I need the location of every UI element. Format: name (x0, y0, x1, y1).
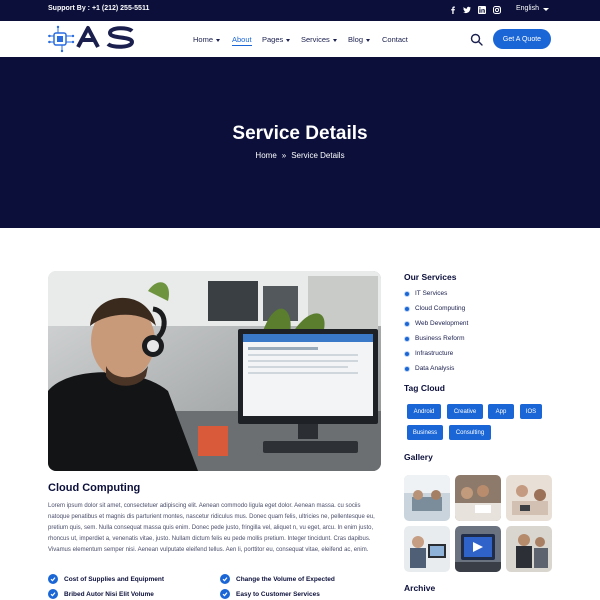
site-logo[interactable] (48, 25, 140, 53)
chevron-down-icon (543, 8, 549, 11)
nav-blog-label: Blog (348, 35, 364, 44)
sidebar-service-label: Business Reform (415, 335, 465, 342)
nav-about-label: About (232, 35, 252, 44)
sidebar-service-label: Web Development (415, 320, 469, 327)
facebook-icon[interactable] (447, 4, 459, 16)
sidebar-service-link[interactable]: Data Analysis (404, 365, 454, 372)
gallery-image[interactable] (506, 526, 552, 572)
check-icon (48, 589, 58, 599)
sidebar-service-label: IT Services (415, 290, 448, 297)
sidebar-service-label: Infrastructure (415, 350, 454, 357)
gallery-image[interactable] (455, 526, 501, 572)
feature-label: Bribed Autor Nisi Elit Volume (64, 590, 154, 598)
nav-pages[interactable]: Pages (262, 35, 291, 44)
sidebar-service-link[interactable]: IT Services (404, 290, 447, 297)
nav-services-label: Services (301, 35, 330, 44)
gallery-image[interactable] (455, 475, 501, 521)
gallery-image[interactable] (404, 475, 450, 521)
breadcrumb-home[interactable]: Home (255, 151, 276, 160)
archive-heading: Archive (404, 583, 436, 593)
nav-about[interactable]: About (232, 35, 252, 46)
check-icon (220, 574, 230, 584)
check-icon (220, 589, 230, 599)
top-bar: Support By : +1 (212) 255-5511 English (0, 0, 600, 21)
bullet-icon (404, 350, 410, 357)
feature-item: Cost of Supplies and Equipment (48, 574, 164, 584)
content-paragraph: Lorem ipsum dolor sit amet, consectetuer… (48, 503, 375, 553)
breadcrumb-current: Service Details (291, 151, 345, 160)
content-title: Cloud Computing (48, 482, 141, 494)
bullet-icon (404, 365, 410, 372)
gallery-image[interactable] (506, 475, 552, 521)
page-title: Service Details (232, 123, 368, 144)
check-icon (48, 574, 58, 584)
support-phone: Support By : +1 (212) 255-5511 (48, 5, 150, 12)
nav-services[interactable]: Services (301, 35, 337, 44)
tag-android[interactable]: Android (407, 404, 441, 419)
sidebar-service-link[interactable]: Infrastructure (404, 350, 453, 357)
feature-item: Change the Volume of Expected (220, 574, 335, 584)
sidebar-service-link[interactable]: Cloud Computing (404, 305, 465, 312)
gallery-image[interactable] (404, 526, 450, 572)
our-services-heading: Our Services (404, 272, 457, 282)
gallery-heading: Gallery (404, 452, 433, 462)
tag-business[interactable]: Business (407, 425, 443, 440)
chevron-down-icon (332, 38, 337, 42)
bullet-icon (404, 320, 410, 327)
main-navbar: Home About Pages Services Blog Contact G… (0, 21, 600, 57)
tag-consulting[interactable]: Consulting (449, 425, 491, 440)
nav-blog[interactable]: Blog (348, 35, 371, 44)
nav-pages-label: Pages (262, 35, 284, 44)
feature-item: Bribed Autor Nisi Elit Volume (48, 589, 154, 599)
chevron-down-icon (366, 38, 371, 42)
page-hero: Service Details Home » Service Details (0, 57, 600, 228)
sidebar-service-link[interactable]: Web Development (404, 320, 468, 327)
bullet-icon (404, 290, 410, 297)
search-icon[interactable] (470, 33, 483, 46)
tag-app[interactable]: App (488, 404, 514, 419)
nav-home[interactable]: Home (193, 35, 221, 44)
chevron-down-icon (286, 38, 291, 42)
service-hero-image (48, 271, 381, 471)
sidebar-service-label: Cloud Computing (415, 305, 466, 312)
twitter-icon[interactable] (461, 4, 473, 16)
sidebar-service-label: Data Analysis (415, 365, 455, 372)
tag-ios[interactable]: IOS (520, 404, 542, 419)
nav-contact-label: Contact (382, 35, 408, 44)
feature-label: Easy to Customer Services (236, 590, 320, 598)
sidebar-service-link[interactable]: Business Reform (404, 335, 465, 342)
language-selector[interactable]: English (516, 5, 539, 12)
nav-contact[interactable]: Contact (382, 35, 408, 44)
linkedin-icon[interactable] (476, 4, 488, 16)
instagram-icon[interactable] (491, 4, 503, 16)
breadcrumb-separator: » (281, 151, 287, 160)
bullet-icon (404, 305, 410, 312)
tag-cloud-heading: Tag Cloud (404, 383, 445, 393)
feature-label: Cost of Supplies and Equipment (64, 575, 165, 583)
nav-home-label: Home (193, 35, 214, 44)
feature-label: Change the Volume of Expected (236, 575, 335, 583)
chevron-down-icon (216, 38, 221, 42)
get-a-quote-button[interactable]: Get A Quote (493, 29, 551, 49)
breadcrumb: Home » Service Details (0, 151, 600, 160)
tag-creative[interactable]: Creative (447, 404, 483, 419)
bullet-icon (404, 335, 410, 342)
feature-item: Easy to Customer Services (220, 589, 320, 599)
